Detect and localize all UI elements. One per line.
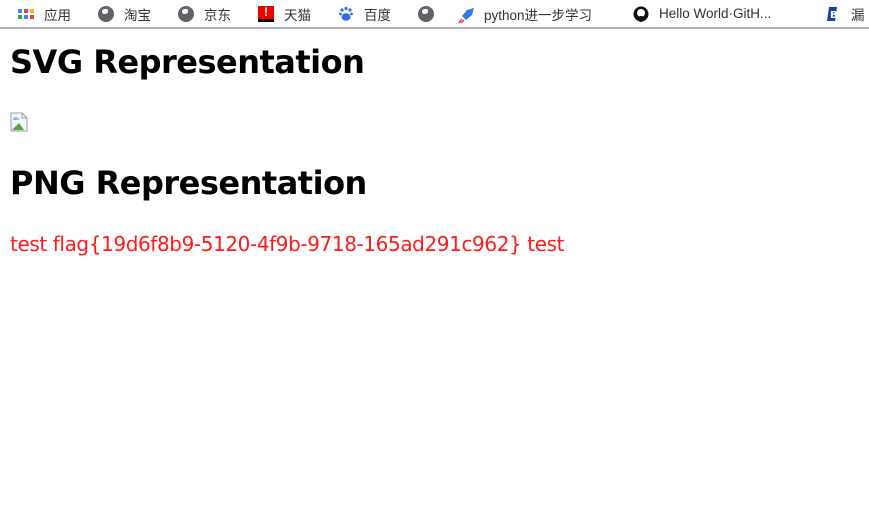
bookmark-loudong[interactable]: B 漏 [825, 0, 865, 27]
bookmark-tmall[interactable]: ! 天猫 [258, 0, 311, 27]
tmall-icon: ! [258, 5, 274, 22]
bookmark-apps[interactable]: 应用 [18, 0, 71, 27]
bookmark-label: python进一步学习 [484, 7, 593, 23]
svg-text:B: B [830, 10, 838, 21]
bookmark-label: 淘宝 [124, 7, 151, 23]
bookmark-github[interactable]: Hello World·GitH... [633, 0, 771, 27]
png-heading: PNG Representation [10, 164, 367, 202]
rocket-icon [458, 6, 474, 24]
bookmark-label: 天猫 [284, 7, 311, 23]
baidu-paw-icon [338, 6, 354, 22]
bookmark-b-icon: B [825, 6, 841, 22]
bookmark-jd[interactable]: 京东 [178, 0, 231, 27]
flag-text: test flag{19d6f8b9-5120-4f9b-9718-165ad2… [10, 232, 565, 256]
broken-image-icon [10, 112, 28, 132]
bookmark-label: 京东 [204, 7, 231, 23]
bookmark-globe[interactable] [418, 0, 444, 27]
svg-heading: SVG Representation [10, 43, 365, 81]
bookmark-python[interactable]: python进一步学习 [458, 0, 592, 27]
apps-grid-icon [18, 6, 34, 22]
bookmark-label: 应用 [44, 7, 71, 23]
bookmarks-bar: 应用 淘宝 京东 ! 天猫 百度 python进一步学习 Hello World… [0, 0, 869, 29]
bookmark-label: 漏 [851, 7, 865, 23]
globe-icon [98, 5, 114, 22]
globe-icon [178, 5, 194, 22]
bookmark-baidu[interactable]: 百度 [338, 0, 391, 27]
globe-icon [418, 5, 434, 22]
bookmark-taobao[interactable]: 淘宝 [98, 0, 151, 27]
bookmark-label: Hello World·GitH... [659, 6, 772, 21]
bookmark-label: 百度 [364, 7, 391, 23]
github-icon [633, 6, 649, 22]
